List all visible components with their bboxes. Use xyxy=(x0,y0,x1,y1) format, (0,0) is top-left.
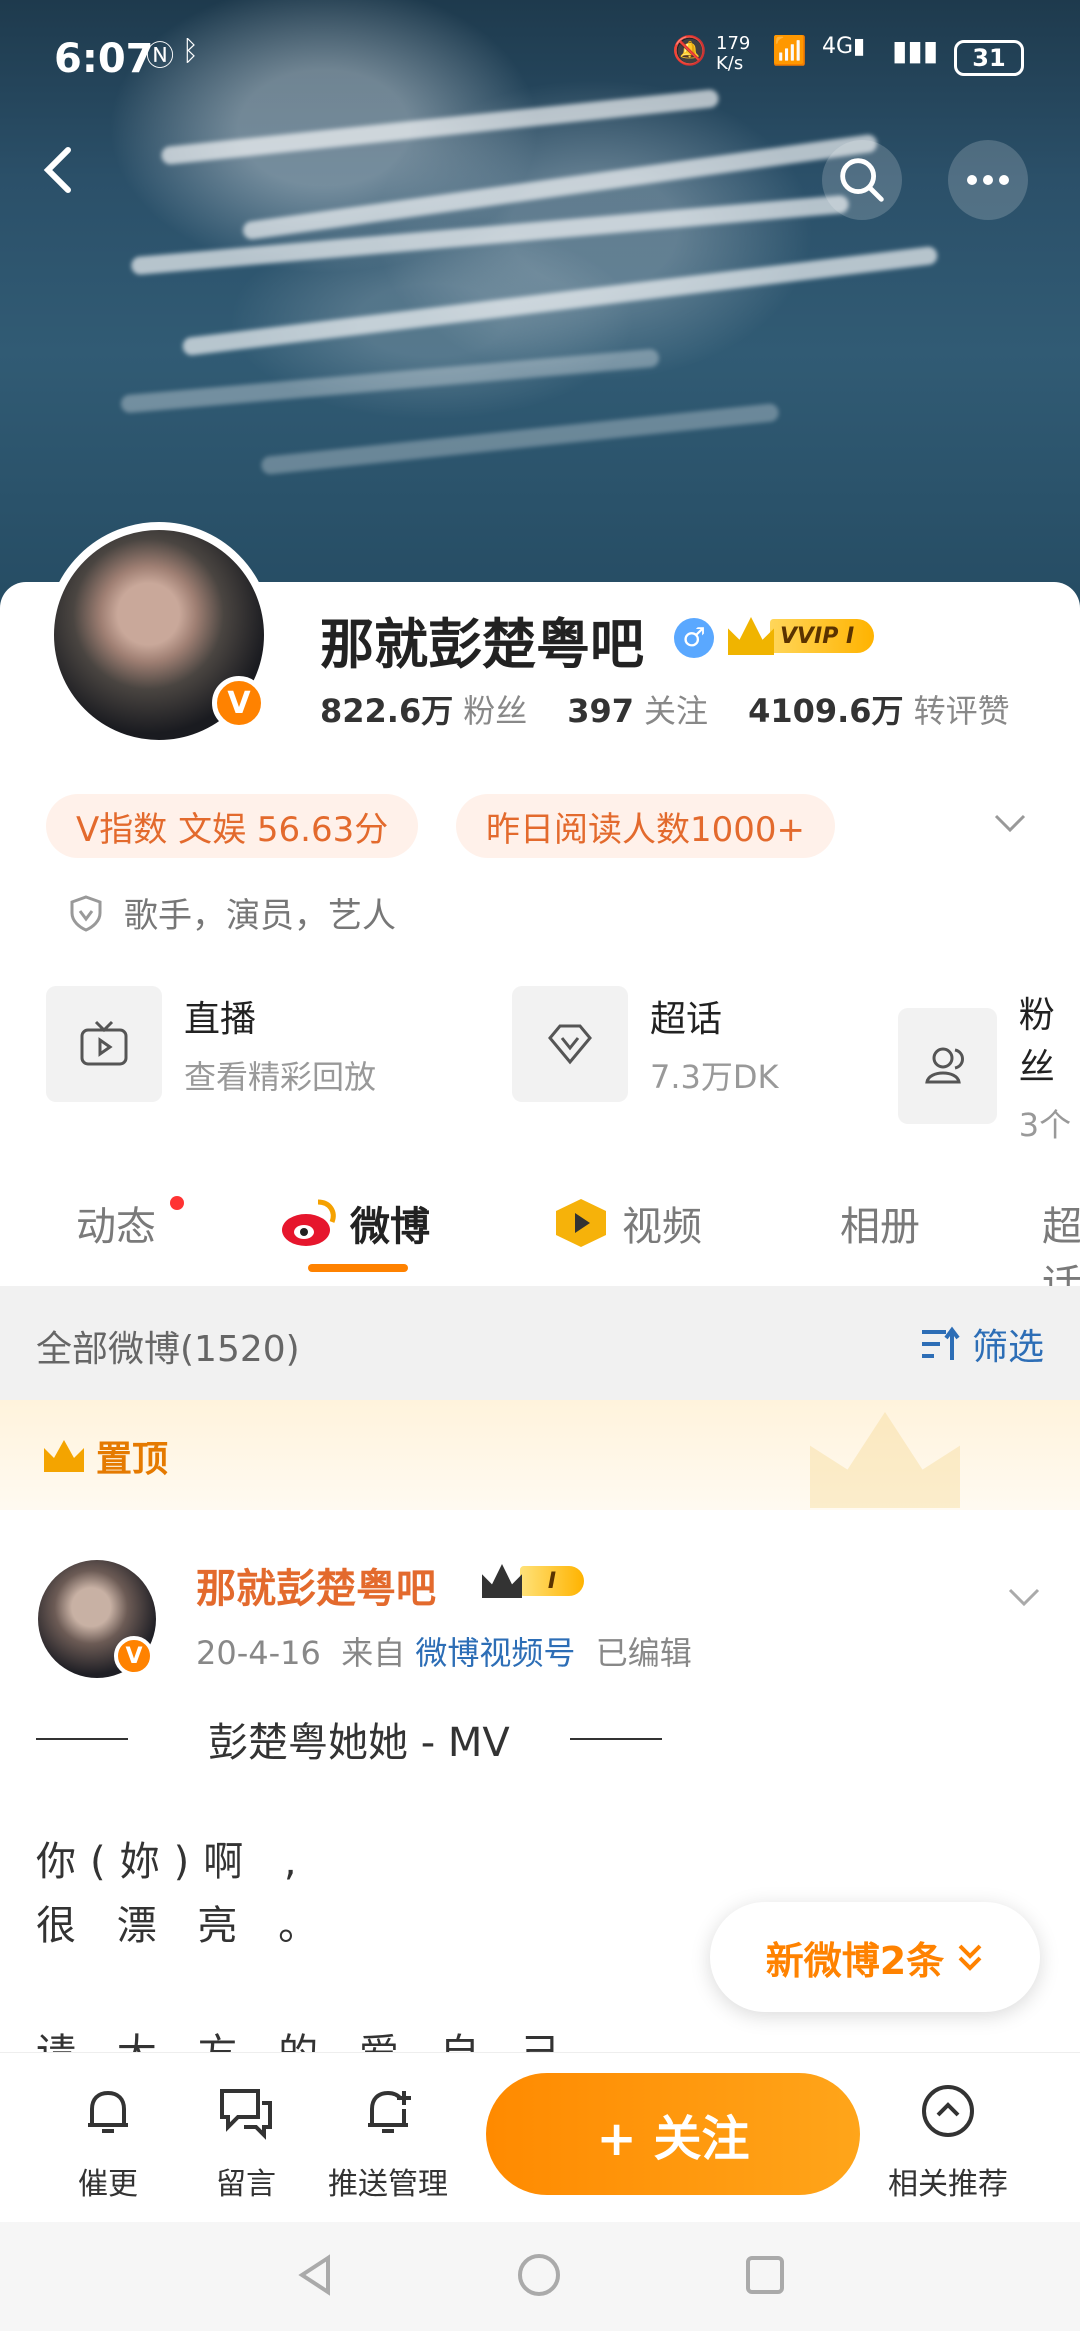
tab-feed[interactable]: 动态 xyxy=(76,1194,156,1252)
unread-dot xyxy=(170,1196,184,1210)
service-title: 粉丝 xyxy=(1018,995,1055,1088)
profile-tabs: 动态 微博 视频 相册 超话 xyxy=(0,1180,1080,1308)
expand-chevron-icon[interactable] xyxy=(990,802,1030,842)
vvip-label: VVIP I xyxy=(770,619,875,653)
crown-watermark-icon xyxy=(810,1412,960,1508)
back-icon xyxy=(43,147,71,193)
post-source-link[interactable]: 微博视频号 xyxy=(415,1634,575,1672)
system-navigation xyxy=(0,2222,1080,2331)
tab-weibo[interactable]: 微博 xyxy=(278,1194,430,1252)
service-subtitle: 7.3万DK xyxy=(650,1058,779,1096)
new-posts-button[interactable]: 新微博2条 xyxy=(710,1902,1040,2012)
post-author[interactable]: 那就彭楚粤吧 xyxy=(196,1556,436,1614)
follow-button[interactable]: + 关注 xyxy=(486,2073,860,2195)
service-fans[interactable]: 粉丝 3个 xyxy=(898,986,1080,1146)
vvip-badge[interactable]: VVIP I xyxy=(728,616,875,656)
signal-4g-icon: 4G▮ xyxy=(822,34,866,59)
crown-icon xyxy=(44,1440,84,1472)
post-body: 你(妳)啊 , 很 漂 亮 。 请 大 方 的 爱 自 己 xyxy=(36,1839,560,2052)
back-button[interactable] xyxy=(30,140,90,200)
crown-icon xyxy=(728,617,774,655)
nudge-button[interactable]: 催更 xyxy=(78,2081,138,2203)
weibo-logo-icon xyxy=(282,1199,336,1246)
more-button[interactable] xyxy=(948,140,1028,220)
filter-icon xyxy=(921,1326,960,1360)
verified-badge-icon: V xyxy=(114,1636,154,1676)
mute-icon: 🔕 xyxy=(672,34,707,67)
nav-home-icon[interactable] xyxy=(516,2252,562,2298)
bluetooth-icon: ᛒ xyxy=(182,34,199,67)
pinned-label: 置顶 xyxy=(42,1430,168,1482)
screen: { "status_bar": {"time": "6:07", "net_sp… xyxy=(0,0,1080,2331)
stat-likes[interactable]: 4109.6万 转评赞 xyxy=(748,686,1010,732)
bell-icon xyxy=(88,2090,128,2133)
signal-icon: ▮▮▮ xyxy=(892,34,939,67)
service-title: 直播 xyxy=(184,999,257,1040)
service-title: 超话 xyxy=(650,999,723,1040)
nfc-icon: Ⓝ xyxy=(146,39,175,72)
tags-text: 歌手，演员，艺人 xyxy=(124,896,396,936)
circle-chevron-up-icon xyxy=(922,2085,974,2137)
tv-icon xyxy=(80,1020,128,1066)
message-button[interactable]: 留言 xyxy=(216,2081,276,2203)
net-speed: 179 K/s xyxy=(716,33,751,74)
filter-button[interactable]: 筛选 xyxy=(918,1318,1044,1370)
post-meta: 20-4-16 来自 微博视频号 已编辑 xyxy=(196,1634,692,1672)
bottom-action-bar: 催更 留言 推送管理 + 关注 相关推荐 xyxy=(0,2052,1080,2222)
video-badge-icon xyxy=(556,1199,606,1247)
tab-video[interactable]: 视频 xyxy=(552,1194,702,1252)
stat-following[interactable]: 397 关注 xyxy=(567,686,708,732)
nav-back-icon[interactable] xyxy=(292,2252,338,2298)
battery-icon: 31 xyxy=(954,40,1024,76)
crown-icon xyxy=(482,1564,522,1598)
comment-icon xyxy=(220,2089,272,2140)
pinned-header: 置顶 xyxy=(0,1400,1080,1510)
service-subtitle: 查看精彩回放 xyxy=(184,1058,377,1096)
service-supertopic[interactable]: 超话 7.3万DK xyxy=(512,986,779,1102)
nav-recents-icon[interactable] xyxy=(742,2252,788,2298)
bell-plus-icon xyxy=(368,2090,411,2133)
more-icon xyxy=(967,175,1009,185)
stat-fans[interactable]: 822.6万 粉丝 xyxy=(320,686,527,732)
users-icon xyxy=(925,1047,965,1084)
profile-stats: 822.6万 粉丝 397 关注 4109.6万 转评赞 xyxy=(320,686,1010,732)
profile-name: 那就彭楚粤吧 xyxy=(320,613,644,676)
filter-bar: 全部微博(1520) 筛选 xyxy=(0,1286,1080,1400)
tab-album[interactable]: 相册 xyxy=(840,1194,920,1252)
male-icon: ♂ xyxy=(674,618,714,658)
all-posts-count: 全部微博(1520) xyxy=(36,1329,300,1370)
profile-tags: 歌手，演员，艺人 xyxy=(66,888,396,937)
shield-icon xyxy=(70,894,102,932)
wifi-icon: 📶 xyxy=(772,34,807,67)
related-button[interactable]: 相关推荐 xyxy=(888,2081,1008,2203)
search-button[interactable] xyxy=(822,140,902,220)
post-title: 彭楚粤她她 - MV xyxy=(36,1710,1036,1768)
v-index-chip[interactable]: V指数 文娱 56.63分 xyxy=(46,794,419,858)
search-icon xyxy=(840,158,884,202)
double-chevron-down-icon xyxy=(958,1944,982,1971)
status-bar: 6:07 Ⓝ ᛒ 🔕 179 K/s 📶 4G▮ ▮▮▮ 31 xyxy=(0,0,1080,120)
service-subtitle: 3个 xyxy=(1018,1106,1072,1144)
status-time: 6:07 xyxy=(54,36,154,82)
active-tab-indicator xyxy=(308,1264,408,1272)
battery-level: 31 xyxy=(972,44,1006,72)
diamond-icon xyxy=(548,1024,592,1065)
vip-badge: I xyxy=(482,1562,584,1600)
service-live[interactable]: 直播 查看精彩回放 xyxy=(46,986,376,1102)
push-settings-button[interactable]: 推送管理 xyxy=(328,2081,448,2203)
verified-badge-icon: V xyxy=(212,676,266,730)
reads-chip[interactable]: 昨日阅读人数1000+ xyxy=(456,794,836,858)
post-menu-chevron-icon[interactable] xyxy=(1004,1576,1044,1616)
